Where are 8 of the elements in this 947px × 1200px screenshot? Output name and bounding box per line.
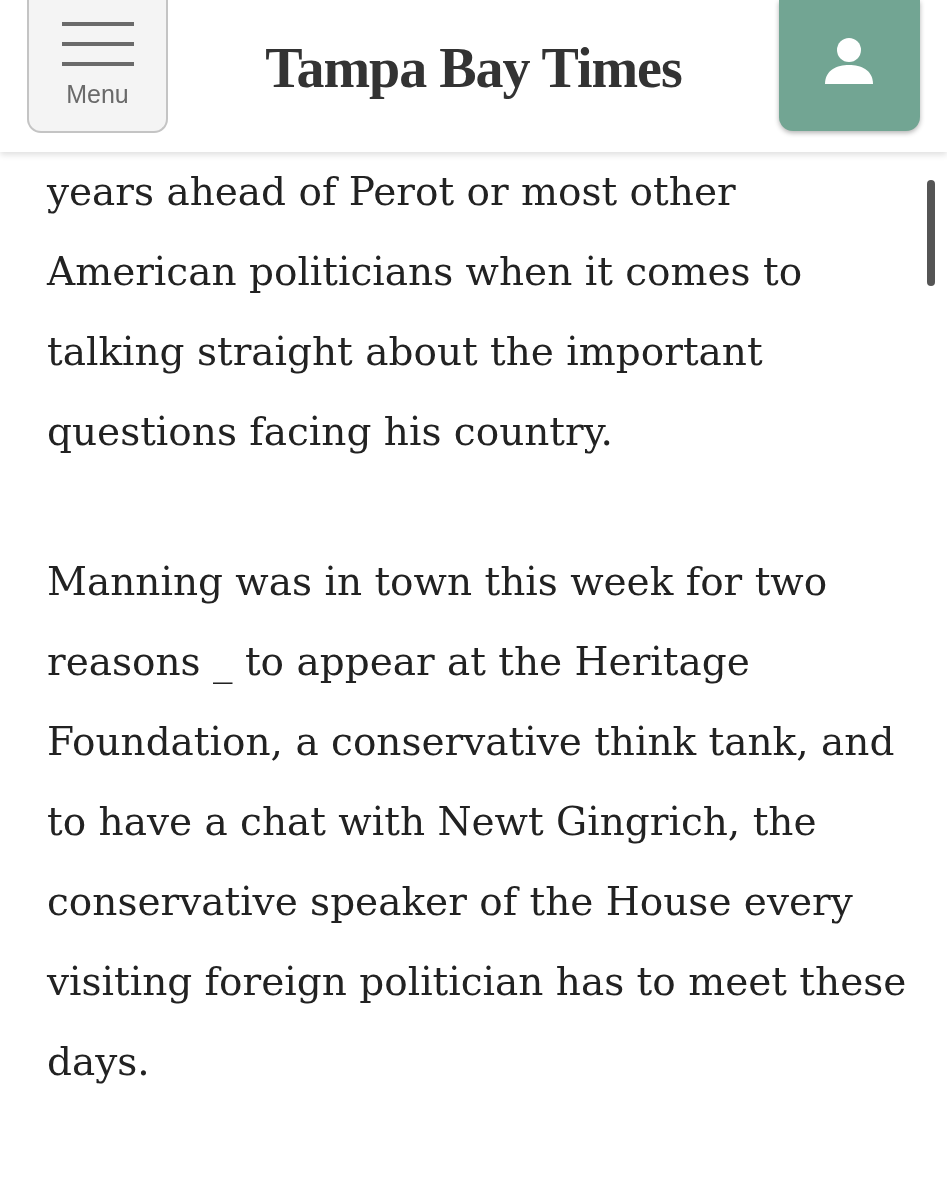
site-logo[interactable]: Tampa Bay Times	[265, 36, 682, 100]
menu-icon	[61, 22, 134, 66]
account-button[interactable]	[779, 0, 920, 131]
menu-button[interactable]: Menu	[27, 0, 168, 133]
article-paragraph: Manning was in town this week for two reasons _ to appear at the Heritage Foundation, a conservative think tank, and to have a chat with Newt Gingrich, the conservative speaker of the House every visiting foreign politician has to meet these days.	[47, 558, 907, 1086]
person-icon	[824, 35, 875, 86]
scrollbar[interactable]	[927, 180, 935, 286]
article-paragraph: years ahead of Perot or most other American politicians when it comes to talking straight about the important questions facing his country.	[47, 168, 804, 456]
